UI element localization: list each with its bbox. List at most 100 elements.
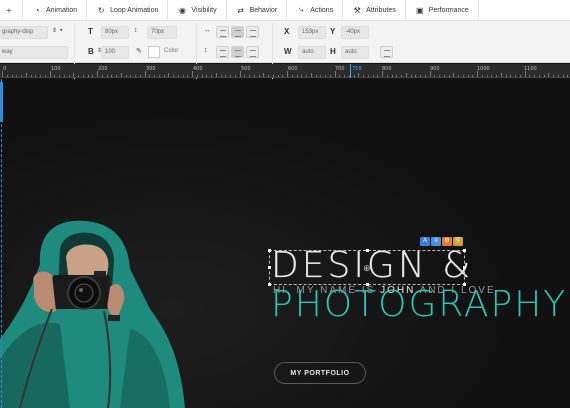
ruler-tick (467, 75, 469, 77)
ruler-tick (78, 75, 79, 77)
pen-icon[interactable]: ✎ (136, 47, 142, 55)
tab-behavior[interactable]: ⇄ Behavior (227, 0, 288, 21)
ruler-tick (282, 75, 284, 77)
ruler-tick (410, 75, 412, 77)
vertical-arrows-icon: ↕ (204, 47, 208, 54)
ruler-tick (310, 73, 312, 77)
resize-handle[interactable] (366, 283, 369, 286)
save-icon[interactable]: ▪ (60, 27, 62, 34)
ruler-tick (272, 75, 274, 77)
ruler-tick (263, 73, 265, 77)
ruler-tick (201, 75, 203, 77)
font-size-input[interactable]: 80px (101, 26, 129, 39)
resize-handle[interactable] (463, 249, 466, 252)
ruler-tick (296, 75, 298, 77)
valign-top-button[interactable] (216, 46, 229, 58)
height-input[interactable]: auto (341, 46, 369, 59)
font-weight-select[interactable]: way (0, 46, 68, 59)
ruler-tick (515, 75, 516, 77)
ruler-tick (44, 75, 46, 77)
ruler-tick (11, 75, 13, 77)
ruler-tick (424, 75, 426, 77)
left-guide-handle[interactable] (0, 82, 3, 122)
ruler-tick (154, 75, 155, 77)
ruler-tick (35, 75, 37, 77)
ruler-guide-marker[interactable] (350, 64, 351, 78)
ruler-tick (481, 75, 483, 77)
resize-handle[interactable] (268, 266, 271, 269)
ruler-tick (401, 75, 402, 77)
ruler-tick (496, 75, 497, 77)
height-label: H (330, 47, 336, 56)
ruler-tick (149, 75, 151, 77)
font-class-select[interactable]: graphy-disp (0, 26, 48, 39)
tab-loop-animation[interactable]: ↻ Loop Animation (87, 0, 169, 21)
tab-actions[interactable]: ⤷ Actions (287, 0, 344, 21)
design-canvas[interactable]: HI, MY NAME IS JOHN AND I LOVE (0, 79, 570, 408)
ruler-tick (519, 75, 521, 77)
tab-visibility[interactable]: ◉ Visibility (168, 0, 227, 21)
valign-bottom-button[interactable] (246, 46, 259, 58)
resize-handle[interactable] (268, 283, 271, 286)
chevron-updown-icon[interactable]: ⇕ (52, 27, 57, 34)
resize-handle[interactable] (268, 249, 271, 252)
ruler-label: 400 (193, 66, 203, 72)
ruler-tick (40, 75, 41, 77)
line-height-icon: ↕ (134, 27, 138, 34)
width-input[interactable]: auto (298, 46, 326, 59)
ruler-tick (301, 75, 303, 77)
ruler-tick (448, 75, 450, 77)
paragraph-button[interactable] (380, 46, 393, 58)
align-left-button[interactable] (216, 26, 229, 38)
left-guide-line[interactable] (1, 79, 2, 408)
ruler-tick (567, 75, 569, 77)
y-position-input[interactable]: -40px (341, 26, 369, 39)
ruler-tick (120, 73, 122, 77)
valign-middle-button[interactable] (231, 46, 244, 58)
ruler-tick (553, 75, 554, 77)
line-height-input[interactable]: 70px (147, 26, 177, 39)
ruler-tick (177, 75, 179, 77)
my-portfolio-button[interactable]: MY PORTFOLIO (274, 362, 366, 384)
align-center-button[interactable] (231, 26, 244, 38)
resize-handle[interactable] (366, 249, 369, 252)
color-swatch[interactable] (148, 46, 160, 58)
resize-handle[interactable] (463, 283, 466, 286)
font-size-label: T (88, 27, 93, 36)
align-right-button[interactable] (246, 26, 259, 38)
ruler-tick (358, 73, 360, 77)
ruler-tick (173, 75, 174, 77)
tab-add[interactable]: + (0, 0, 23, 21)
tab-performance[interactable]: ▣ Performance (406, 0, 479, 21)
horizontal-ruler[interactable]: 0 100 200 300 400 500 600 700 758 800 90… (0, 64, 570, 78)
ruler-tick (434, 75, 436, 77)
ruler-tick (534, 75, 535, 77)
ruler-tick (106, 75, 108, 77)
ruler-tick (429, 71, 431, 77)
ruler-tick (557, 75, 559, 77)
tab-label: Behavior (249, 6, 278, 14)
tab-animation[interactable]: ◔ Animation (23, 0, 88, 21)
x-position-input[interactable]: 153px (298, 26, 326, 39)
ruler-label: 700 (335, 66, 345, 72)
tab-label: Performance (428, 6, 469, 14)
ruler-tick (158, 75, 160, 77)
bold-label: B (88, 47, 94, 56)
ruler-tick (500, 73, 502, 77)
ruler-tick (163, 75, 165, 77)
ruler-tick (230, 75, 231, 77)
resize-handle[interactable] (463, 266, 466, 269)
ruler-tick (363, 75, 364, 77)
properties-row-2: way B ⇕ 100 ✎ Color ↕ W auto H auto (0, 43, 570, 85)
ruler-tick (206, 75, 208, 77)
photographer-image[interactable] (0, 79, 570, 408)
tab-attributes[interactable]: ⚒ Attributes (343, 0, 406, 21)
ruler-tick (420, 75, 421, 77)
ruler-tick (367, 75, 369, 77)
headline-photography[interactable]: PHOTOGRAPHY (271, 287, 567, 323)
actions-icon: ⤷ (298, 5, 304, 14)
ruler-tick (2, 71, 3, 77)
ruler-tick (182, 75, 184, 77)
letter-spacing-input[interactable]: 100 (101, 46, 129, 59)
ruler-tick (168, 73, 170, 77)
